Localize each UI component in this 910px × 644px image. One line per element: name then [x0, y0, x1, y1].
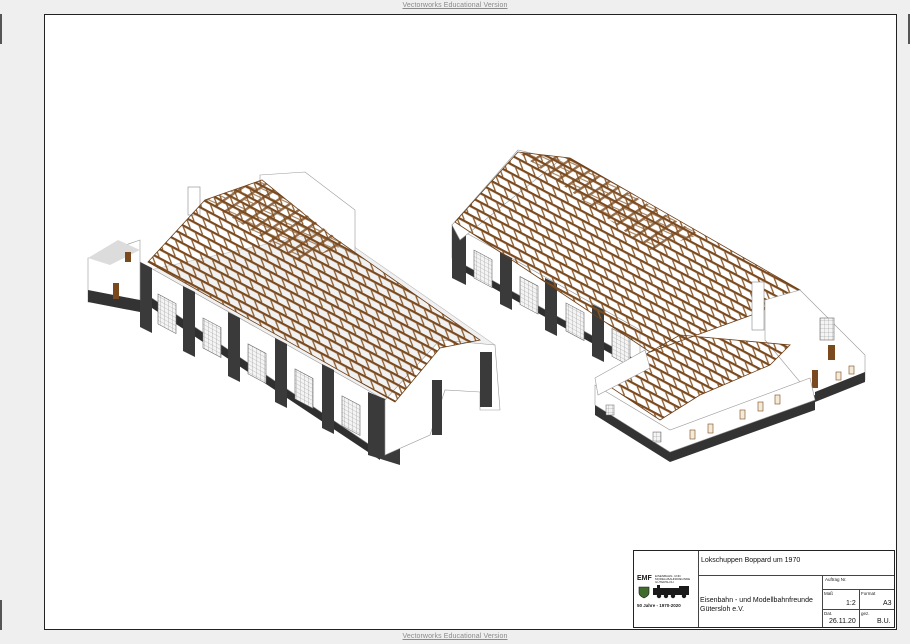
logo-text: EMF — [637, 575, 652, 582]
title-block-divider — [698, 575, 894, 576]
project-title: Lokschuppen Boppard um 1970 — [701, 557, 801, 564]
pilaster-5 — [322, 364, 334, 434]
scale-value: 1:2 — [846, 600, 856, 607]
date-value: 26.11.20 — [829, 618, 856, 625]
title-block-divider — [822, 609, 894, 610]
title-block-divider — [822, 575, 823, 627]
organization-line2: Gütersloh e.V. — [700, 606, 745, 613]
annex-door — [828, 345, 835, 360]
logo-small-line3: GÜTERSLOH — [655, 580, 674, 584]
order-label: Auftrag Nr. — [825, 577, 847, 582]
annex-door — [113, 283, 119, 299]
wing-window — [689, 429, 696, 440]
pilaster-3 — [228, 312, 240, 382]
club-logo: EMF EISENBAHN- UND MODELLBAHNFREUNDE GÜT… — [636, 573, 696, 613]
pilaster-1 — [140, 262, 152, 333]
right-roof-trusses — [454, 151, 801, 353]
title-block-divider — [822, 589, 894, 590]
wing-window — [739, 409, 746, 420]
locomotive-icon — [653, 585, 689, 599]
drawn-value: B.U. — [877, 618, 891, 625]
pilaster-2 — [183, 286, 195, 357]
wing-window — [707, 423, 714, 434]
shield-icon — [638, 586, 650, 599]
title-block-divider — [698, 551, 699, 627]
title-block-divider — [859, 589, 860, 627]
annex-window — [835, 371, 842, 381]
pilaster-4 — [275, 338, 287, 408]
annex-window — [848, 365, 855, 375]
annex-window — [125, 252, 131, 262]
scale-label: Maß — [824, 591, 833, 596]
wing-window — [605, 404, 615, 416]
front-gable-door-post — [480, 352, 492, 407]
annex-arch-window — [819, 317, 835, 341]
date-label: Dat. — [824, 611, 833, 616]
format-value: A3 — [883, 600, 892, 607]
anniversary-text: 50 Jahre - 1970-2020 — [637, 603, 681, 608]
wing-window — [774, 394, 781, 405]
wing-window — [652, 431, 662, 443]
left-engine-shed — [87, 171, 501, 465]
drawing-canvas — [87, 149, 866, 465]
title-block: Lokschuppen Boppard um 1970 Auftrag Nr. … — [633, 550, 895, 628]
format-label: Format — [861, 591, 876, 596]
annex-door — [812, 370, 818, 388]
drawn-label: gez. — [861, 611, 870, 616]
right-engine-shed — [451, 149, 866, 462]
pilaster-r2 — [500, 252, 512, 310]
wing-window — [757, 401, 764, 412]
chimney — [751, 281, 765, 331]
organization-line1: Eisenbahn - und Modellbahnfreunde — [700, 597, 813, 604]
front-gable-door-post — [432, 380, 442, 435]
